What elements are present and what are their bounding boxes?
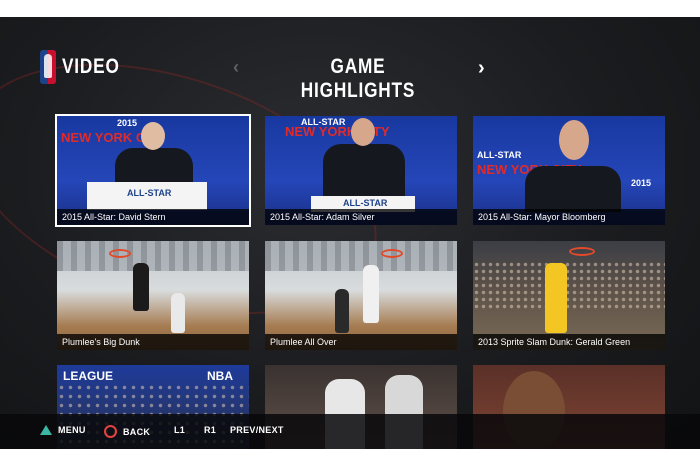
l1-label: L1 (174, 425, 186, 435)
video-caption: Plumlee All Over (265, 334, 457, 350)
r1-button[interactable]: R1 (204, 425, 216, 435)
prev-next-label: PREV/NEXT (230, 425, 284, 435)
triangle-button-icon (40, 425, 52, 435)
r1-label: R1 (204, 425, 217, 435)
video-tile[interactable]: Plumlee All Over (265, 241, 457, 350)
video-tile[interactable]: ALL-STAR NEW YORK CITY ALL-STAR 2015 All… (265, 116, 457, 225)
chevron-left-icon[interactable]: ‹ (233, 57, 239, 78)
circle-button-icon (104, 425, 117, 438)
video-caption: 2015 All-Star: Adam Silver (265, 209, 457, 225)
video-tile[interactable]: 2013 Sprite Slam Dunk: Gerald Green (473, 241, 665, 350)
l1-button[interactable]: L1 (174, 425, 185, 435)
back-label: BACK (123, 426, 151, 437)
section-title: VIDEO (62, 55, 120, 78)
menu-button[interactable]: MENU (40, 425, 86, 435)
video-tile[interactable]: ALL-STAR NEW YORK CITY 2015 2015 All-Sta… (473, 116, 665, 225)
nba-logo (40, 50, 56, 84)
back-button[interactable]: BACK (104, 425, 150, 438)
video-caption: 2015 All-Star: David Stern (57, 209, 249, 225)
page-title: GAME HIGHLIGHTS (300, 55, 416, 102)
controls-bar: MENU BACK L1 R1 PREV/NEXT (0, 414, 700, 449)
video-caption: 2015 All-Star: Mayor Bloomberg (473, 209, 665, 225)
video-caption: Plumlee's Big Dunk (57, 334, 249, 350)
menu-label: MENU (58, 425, 86, 435)
video-caption: 2013 Sprite Slam Dunk: Gerald Green (473, 334, 665, 350)
app-screen: VIDEO ‹ GAME HIGHLIGHTS › NEW YORK CITY … (0, 17, 700, 449)
header: VIDEO ‹ GAME HIGHLIGHTS › (0, 17, 700, 107)
video-tile[interactable]: Plumlee's Big Dunk (57, 241, 249, 350)
chevron-right-icon[interactable]: › (478, 57, 485, 80)
video-tile[interactable]: NEW YORK CITY 2015 ALL-STAR 2015 All-Sta… (55, 114, 251, 227)
prev-next-hint: PREV/NEXT (230, 425, 284, 435)
